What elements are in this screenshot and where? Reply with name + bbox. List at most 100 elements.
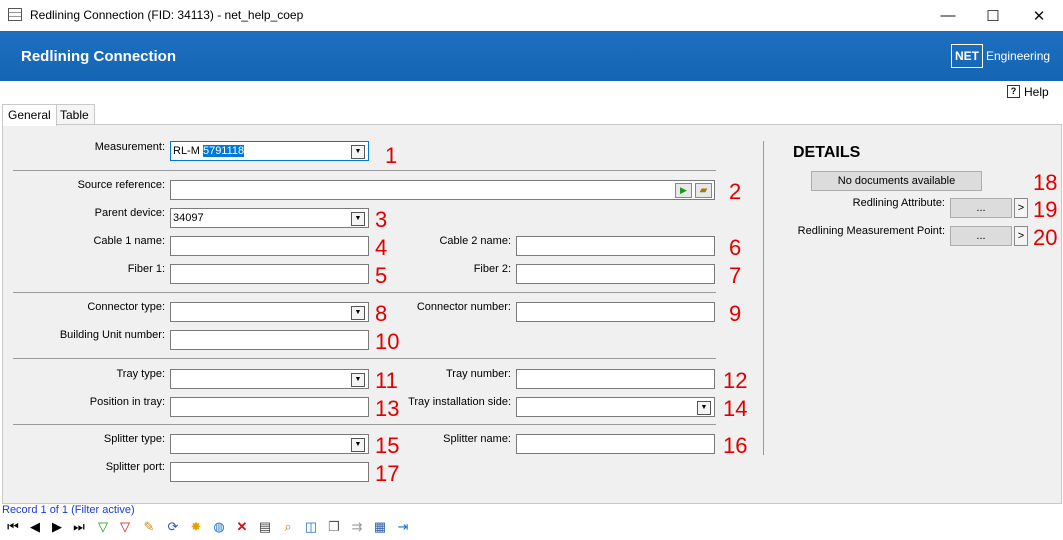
zoom-icon[interactable]: ⌕: [279, 518, 297, 536]
redlining-attribute-label: Redlining Attribute:: [852, 197, 945, 209]
print-icon[interactable]: ▤: [256, 518, 274, 536]
logo-text: Engineering: [986, 49, 1051, 63]
tab-general[interactable]: General: [2, 104, 57, 126]
connector-type-label: Connector type:: [87, 301, 165, 313]
help-link[interactable]: Help: [1024, 85, 1049, 99]
chevron-down-icon[interactable]: ▼: [351, 438, 365, 452]
next-record-icon[interactable]: ▶: [48, 518, 66, 536]
cable2-name-input[interactable]: [516, 236, 715, 256]
play-icon[interactable]: ▶: [675, 183, 692, 198]
annotation-13: 13: [375, 396, 400, 421]
annotation-8: 8: [375, 301, 388, 326]
delete-x-icon[interactable]: ✕: [233, 518, 251, 536]
annotation-10: 10: [375, 329, 400, 354]
annotation-4: 4: [375, 235, 388, 260]
no-documents-button[interactable]: No documents available: [811, 171, 982, 191]
tray-number-input[interactable]: [516, 369, 715, 389]
connector-number-label: Connector number:: [416, 301, 511, 313]
help-icon[interactable]: ?: [1007, 85, 1020, 98]
maximize-button[interactable]: ☐: [970, 0, 1016, 31]
annotation-18: 18: [1033, 170, 1058, 195]
tray-installation-side-dropdown[interactable]: ▼: [516, 397, 715, 417]
redlining-measurement-point-button[interactable]: ...: [950, 226, 1012, 246]
cable1-name-input[interactable]: [170, 236, 369, 256]
annotation-15: 15: [375, 433, 400, 458]
separator: [13, 292, 716, 293]
tab-table[interactable]: Table: [54, 104, 95, 125]
splitter-name-label: Splitter name:: [443, 433, 511, 445]
position-in-tray-input[interactable]: [170, 397, 369, 417]
copy-icon[interactable]: ❐: [325, 518, 343, 536]
splitter-name-input[interactable]: [516, 434, 715, 454]
minimize-button[interactable]: —: [925, 0, 971, 31]
annotation-19: 19: [1033, 197, 1058, 222]
details-heading: DETAILS: [793, 144, 861, 161]
redlining-attribute-arrow-button[interactable]: >: [1014, 198, 1028, 218]
parent-device-label: Parent device:: [94, 207, 165, 219]
chevron-down-icon[interactable]: ▼: [351, 212, 365, 226]
annotation-20: 20: [1033, 225, 1058, 250]
form-panel: Measurement: RL-M 5791118 ▼ 1 Source ref…: [2, 124, 1062, 504]
refresh-icon[interactable]: ⟳: [164, 518, 182, 536]
measurement-prefix: RL-M: [173, 145, 200, 157]
measurement-dropdown[interactable]: RL-M 5791118 ▼: [170, 141, 369, 161]
splitter-type-dropdown[interactable]: ▼: [170, 434, 369, 454]
last-record-icon[interactable]: ⏭: [70, 518, 88, 536]
splitter-type-label: Splitter type:: [103, 433, 165, 445]
table-edit-icon[interactable]: ▦: [371, 518, 389, 536]
separator: [13, 170, 716, 171]
tray-installation-side-label: Tray installation side:: [408, 396, 511, 408]
tray-type-label: Tray type:: [116, 368, 166, 380]
parent-device-value: 34097: [173, 212, 204, 224]
tray-number-label: Tray number:: [445, 368, 511, 380]
globe-locate-icon[interactable]: ◍: [210, 518, 228, 536]
annotation-16: 16: [723, 433, 748, 458]
annotation-2: 2: [729, 179, 742, 204]
annotation-11: 11: [375, 368, 398, 393]
chevron-down-icon[interactable]: ▼: [351, 306, 365, 320]
source-reference-input[interactable]: [170, 180, 715, 200]
filter-add-icon[interactable]: ▽: [94, 518, 112, 536]
annotation-5: 5: [375, 263, 388, 288]
building-unit-number-input[interactable]: [170, 330, 369, 350]
measurement-selected-value: 5791118: [202, 145, 245, 157]
annotation-14: 14: [723, 396, 748, 421]
annotation-7: 7: [729, 263, 742, 288]
page-title: Redlining Connection: [21, 48, 176, 65]
source-reference-label: Source reference:: [77, 179, 165, 191]
filter-remove-icon[interactable]: ▽: [116, 518, 134, 536]
previous-record-icon[interactable]: ◀: [26, 518, 44, 536]
connector-number-input[interactable]: [516, 302, 715, 322]
fiber2-input[interactable]: [516, 264, 715, 284]
building-unit-number-label: Building Unit number:: [59, 329, 165, 341]
new-star-icon[interactable]: ✸: [187, 518, 205, 536]
header-banner: Redlining Connection NET Engineering: [0, 31, 1063, 81]
window-icon: [8, 8, 22, 21]
folder-open-icon[interactable]: ▰: [695, 183, 712, 198]
first-record-icon[interactable]: ⏮: [4, 518, 22, 536]
chevron-down-icon[interactable]: ▼: [351, 145, 365, 159]
splitter-port-label: Splitter port:: [105, 461, 165, 473]
redlining-attribute-button[interactable]: ...: [950, 198, 1012, 218]
vertical-divider: [763, 141, 764, 455]
annotation-12: 12: [723, 368, 748, 393]
chevron-down-icon[interactable]: ▼: [351, 373, 365, 387]
annotation-17: 17: [375, 461, 400, 486]
splitter-port-input[interactable]: [170, 462, 369, 482]
cable1-name-label: Cable 1 name:: [93, 235, 165, 247]
edit-pencil-icon[interactable]: ✎: [140, 518, 158, 536]
select-icon[interactable]: ◫: [302, 518, 320, 536]
connect-icon[interactable]: ⇉: [348, 518, 366, 536]
tray-type-dropdown[interactable]: ▼: [170, 369, 369, 389]
connector-type-dropdown[interactable]: ▼: [170, 302, 369, 322]
redlining-measurement-point-arrow-button[interactable]: >: [1014, 226, 1028, 246]
net-logo-icon: NET: [951, 44, 983, 68]
exit-icon[interactable]: ⇥: [394, 518, 412, 536]
parent-device-dropdown[interactable]: 34097 ▼: [170, 208, 369, 228]
annotation-6: 6: [729, 235, 742, 260]
close-button[interactable]: ✕: [1016, 0, 1062, 31]
position-in-tray-label: Position in tray:: [89, 396, 165, 408]
window-title: Redlining Connection (FID: 34113) - net_…: [30, 8, 304, 22]
fiber1-input[interactable]: [170, 264, 369, 284]
chevron-down-icon[interactable]: ▼: [697, 401, 711, 415]
